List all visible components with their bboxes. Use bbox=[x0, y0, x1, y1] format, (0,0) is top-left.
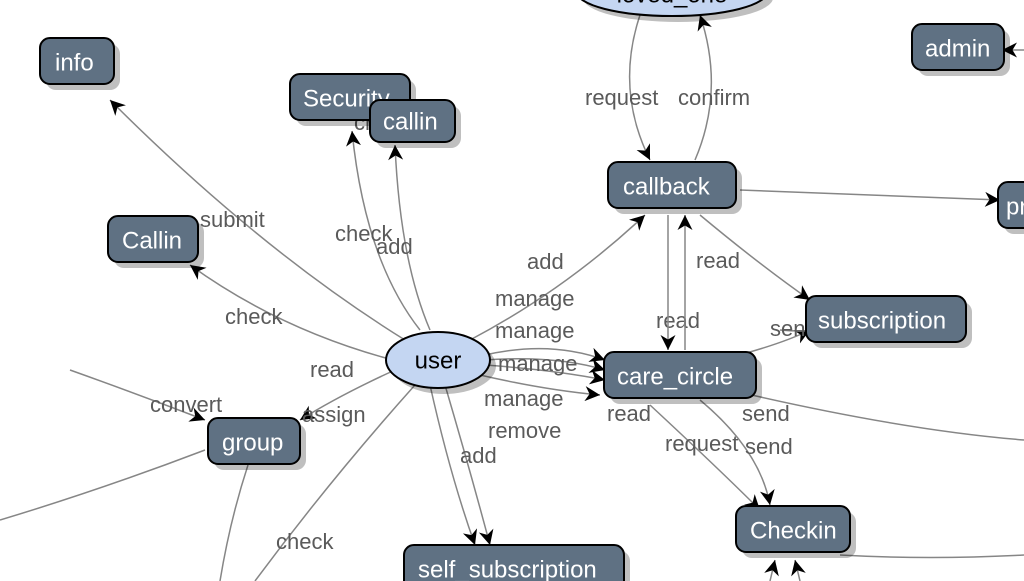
edge-label-assign: assign bbox=[302, 402, 366, 427]
node-admin-label: admin bbox=[925, 35, 990, 62]
edge-label-add-cb: add bbox=[527, 249, 564, 274]
edge-label-check3: check bbox=[276, 529, 334, 554]
edge-label-request2: request bbox=[665, 431, 738, 456]
node-prof-label: prof bbox=[1006, 193, 1024, 220]
edge-label-confirm: confirm bbox=[678, 85, 750, 110]
edge-label-request: request bbox=[585, 85, 658, 110]
node-subscription-label: subscription bbox=[818, 307, 946, 334]
edge-label-read-cc: read bbox=[656, 308, 700, 333]
edge-label-submit: submit bbox=[200, 207, 265, 232]
edge-label-manage3: manage bbox=[498, 351, 578, 376]
edge-label-check1: check bbox=[225, 304, 283, 329]
edge-label-convert: convert bbox=[150, 392, 222, 417]
edge-label-manage1: manage bbox=[495, 286, 575, 311]
edge-label-add-sec: add bbox=[376, 234, 413, 259]
edge-label-read3: read bbox=[607, 401, 651, 426]
edge-label-manage2: manage bbox=[495, 318, 575, 343]
node-callback-label: callback bbox=[623, 173, 711, 200]
edge-label-send2: send bbox=[742, 401, 790, 426]
edge-label-add2: add bbox=[460, 443, 497, 468]
edge-label-read2: read bbox=[696, 248, 740, 273]
edge-label-remove: remove bbox=[488, 418, 561, 443]
node-group-label: group bbox=[222, 429, 283, 456]
node-loved-one-label: loved_one bbox=[617, 0, 728, 8]
node-checkin-label: Checkin bbox=[750, 517, 837, 544]
edge-label-read1: read bbox=[310, 357, 354, 382]
edge-label-send3: send bbox=[745, 434, 793, 459]
node-info-label: info bbox=[55, 49, 94, 76]
node-self-sub-label: self_subscription bbox=[418, 556, 597, 581]
edge-label-manage4: manage bbox=[484, 386, 564, 411]
node-callin-big-label: Callin bbox=[122, 227, 182, 254]
node-user-label: user bbox=[415, 347, 462, 374]
node-callin-small-label: callin bbox=[383, 108, 438, 135]
node-care-circle-label: care_circle bbox=[617, 363, 733, 390]
graph-canvas: submit check add check check read assign… bbox=[0, 0, 1024, 581]
